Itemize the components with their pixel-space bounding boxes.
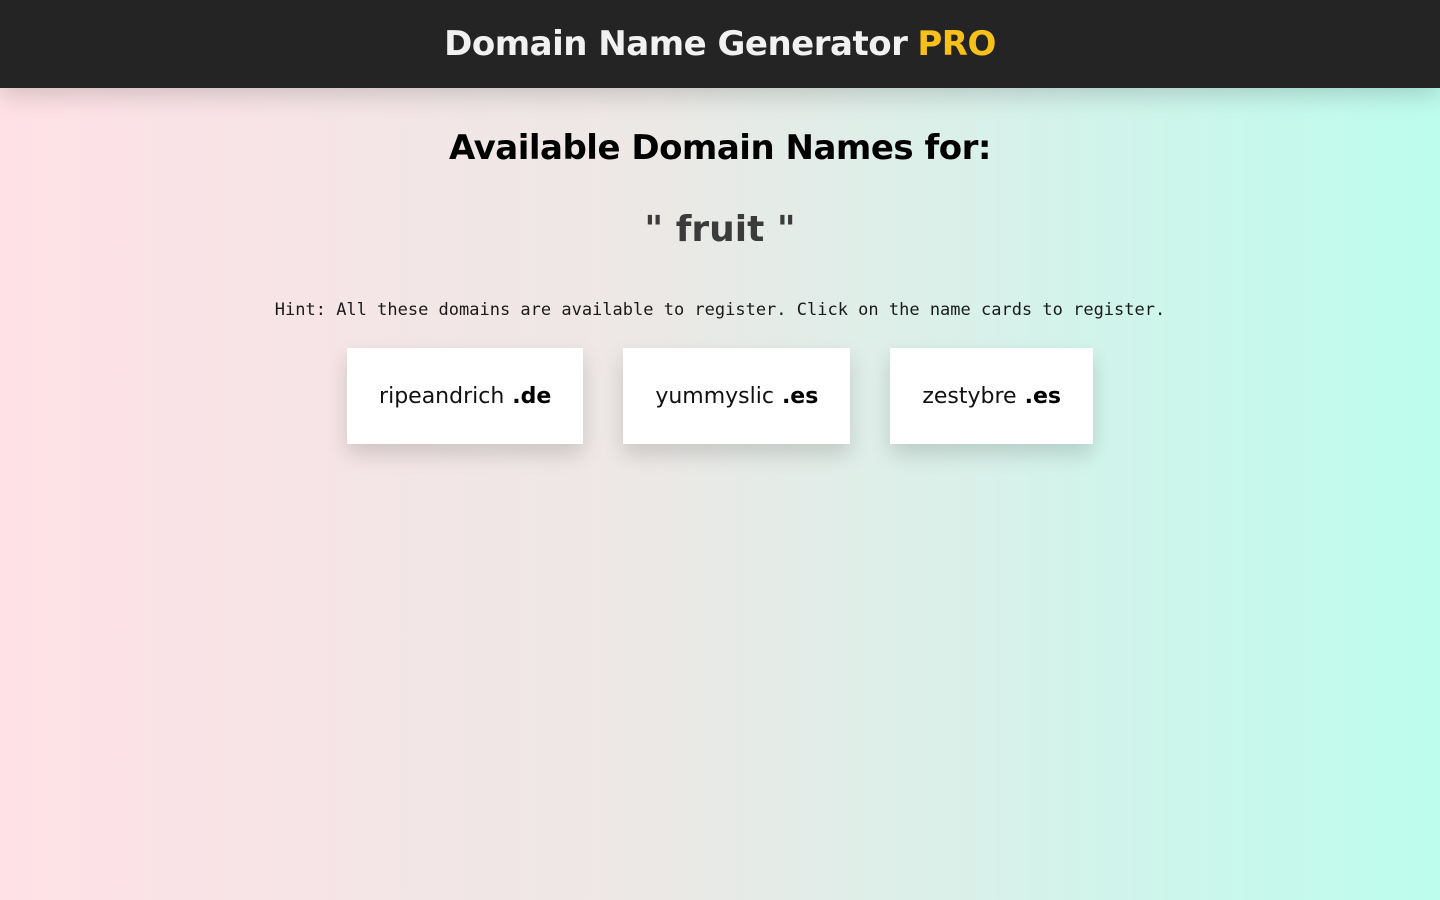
app-title-text: Domain Name Generator [444, 24, 908, 64]
domain-name: ripeandrich [379, 383, 505, 409]
domain-name: zestybre [922, 383, 1017, 409]
page-heading: Available Domain Names for: [449, 128, 991, 168]
domain-card[interactable]: ripeandrich .de [347, 348, 584, 444]
domain-card[interactable]: yummyslic .es [623, 348, 851, 444]
pro-badge: PRO [917, 24, 996, 64]
top-bar: Domain Name Generator PRO [0, 0, 1440, 88]
main-content: Available Domain Names for: " fruit " Hi… [0, 88, 1440, 444]
app-title: Domain Name Generator PRO [444, 24, 996, 64]
domain-tld: .es [1024, 383, 1061, 409]
domain-name: yummyslic [655, 383, 774, 409]
domain-tld: .de [512, 383, 552, 409]
domain-card[interactable]: zestybre .es [890, 348, 1093, 444]
domain-card-list: ripeandrich .de yummyslic .es zestybre .… [347, 348, 1093, 444]
domain-tld: .es [781, 383, 819, 409]
search-query: " fruit " [644, 209, 796, 250]
hint-text: Hint: All these domains are available to… [274, 300, 1166, 320]
